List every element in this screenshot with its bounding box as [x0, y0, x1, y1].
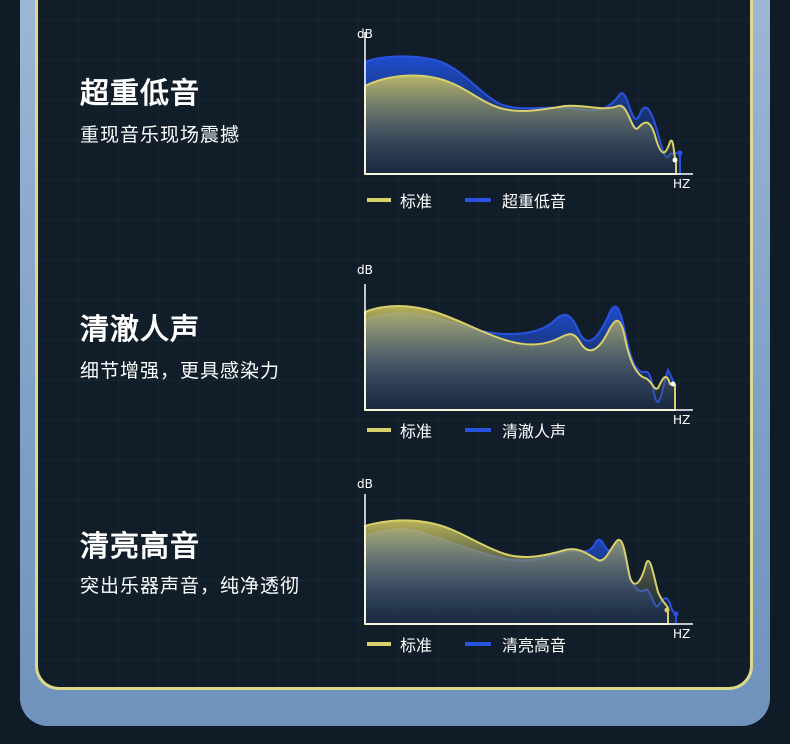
section-title-vocal: 清澈人声: [80, 312, 201, 346]
legend-standard-label: 标准: [400, 636, 432, 655]
section-subtitle-bass: 重现音乐现场震撼: [80, 124, 241, 146]
legend-mode-label: 清亮高音: [502, 636, 566, 655]
x-axis-label: HZ: [673, 627, 690, 641]
standard-curve-area: [364, 305, 676, 411]
standard-curve-area: [364, 519, 669, 625]
eq-chart-bass: dB HZ 标准 超重低音: [357, 27, 693, 211]
y-axis-label: dB: [357, 263, 373, 277]
section-subtitle-vocal: 细节增强，更具感染力: [80, 360, 281, 382]
x-axis-label: HZ: [673, 177, 690, 191]
legend-standard-label: 标准: [400, 192, 432, 211]
legend-mode-label: 超重低音: [502, 192, 566, 211]
legend-standard-label: 标准: [400, 422, 432, 441]
section-title-bass: 超重低音: [80, 76, 201, 110]
standard-curve-area: [364, 74, 677, 175]
section-subtitle-treble: 突出乐器声音，纯净透彻: [80, 575, 301, 597]
x-axis-label: HZ: [673, 413, 690, 427]
y-axis-label: dB: [357, 477, 373, 491]
eq-chart-vocal: dB HZ 标准 清澈人声: [357, 263, 693, 441]
legend-mode-label: 清澈人声: [502, 422, 566, 441]
eq-chart-treble: dB HZ 标准 清亮高音: [357, 477, 693, 655]
section-title-treble: 清亮高音: [80, 529, 201, 563]
